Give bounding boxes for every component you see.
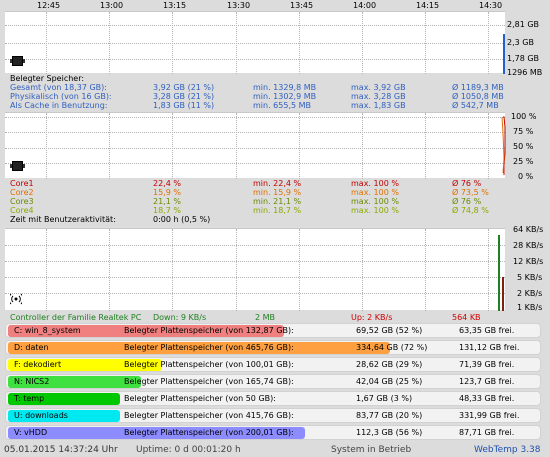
disk-label: Belegter Plattenspeicher (von 132,87 GB)… <box>124 326 294 335</box>
disk-free: 71,39 GB frei. <box>459 360 515 369</box>
disk-free: 48,33 GB frei. <box>459 394 515 403</box>
disk-used: 334,64 GB (72 %) <box>356 343 428 352</box>
disk-row[interactable]: D: daten Belegter Plattenspeicher (von 46… <box>5 340 541 355</box>
disk-row[interactable]: T: temp Belegter Plattenspeicher (von 50 … <box>5 391 541 406</box>
time-axis-label: 12:45 <box>37 1 61 10</box>
disk-used: 1,67 GB (3 %) <box>356 394 413 403</box>
idle-label: Zeit mit Benutzeraktivität: <box>10 215 116 224</box>
disk-name: T: temp <box>8 393 120 405</box>
disk-name: D: daten <box>8 342 120 354</box>
memory-row-max: max. 1,83 GB <box>351 101 406 110</box>
mem-y-label: 2,3 GB <box>507 38 534 47</box>
mem-y-label: 1296 MB <box>507 68 543 77</box>
network-up-total: 564 KB <box>452 313 481 322</box>
memory-chip-icon <box>10 56 25 66</box>
disk-row[interactable]: U: downloads Belegter Plattenspeicher (vo… <box>5 408 541 423</box>
disk-used: 42,04 GB (25 %) <box>356 377 423 386</box>
memory-row-label: Als Cache in Benutzung: <box>10 101 108 110</box>
disk-label: Belegter Plattenspeicher (von 50 GB): <box>124 394 276 403</box>
network-graph <box>5 228 505 311</box>
disk-free: 87,71 GB frei. <box>459 428 515 437</box>
memory-row-value: 1,83 GB (11 %) <box>153 101 215 110</box>
cpu-row-avg: Ø 74,8 % <box>452 206 489 215</box>
memory-row-avg: Ø 542,7 MB <box>452 101 499 110</box>
status-datetime: 05.01.2015 14:37:24 Uhr <box>4 445 118 455</box>
net-y-label: 64 KB/s <box>513 225 544 234</box>
net-y-label: 5 KB/s <box>517 273 543 282</box>
cpu-y-label: 25 % <box>513 157 534 166</box>
time-axis-label: 14:15 <box>416 1 440 10</box>
disk-name: U: downloads <box>8 410 120 422</box>
disk-name: C: win_8_system <box>8 325 120 337</box>
disk-row[interactable]: C: win_8_system Belegter Plattenspeicher … <box>5 323 541 338</box>
network-antenna-icon <box>10 293 22 305</box>
status-version[interactable]: WebTemp 3.38 <box>474 445 541 455</box>
network-down: Down: 9 KB/s <box>153 313 207 322</box>
cpu-row-min: min. 18,7 % <box>253 206 302 215</box>
disk-used: 28,62 GB (29 %) <box>356 360 423 369</box>
status-system: System in Betrieb <box>331 445 412 455</box>
time-axis-label: 13:00 <box>100 1 124 10</box>
disk-used: 83,77 GB (20 %) <box>356 411 423 420</box>
cpu-chip-icon <box>10 161 25 171</box>
mem-y-label: 2,81 GB <box>507 20 540 29</box>
net-y-label: 1 KB/s <box>517 303 543 312</box>
net-y-label: 12 KB/s <box>513 257 544 266</box>
time-axis-label: 13:30 <box>227 1 251 10</box>
disk-name: V: vHDD <box>8 427 120 439</box>
time-axis-label: 13:45 <box>290 1 314 10</box>
status-uptime: Uptime: 0 d 00:01:20 h <box>136 445 241 455</box>
mem-y-label: 1,78 GB <box>507 54 540 63</box>
cpu-y-label: 75 % <box>513 127 534 136</box>
disk-free: 123,7 GB frei. <box>459 377 515 386</box>
disk-label: Belegter Plattenspeicher (von 415,76 GB)… <box>124 411 294 420</box>
disk-used: 112,3 GB (56 %) <box>356 428 423 437</box>
disk-label: Belegter Plattenspeicher (von 465,76 GB)… <box>124 343 294 352</box>
disk-label: Belegter Plattenspeicher (von 165,74 GB)… <box>124 377 294 386</box>
disk-row[interactable]: F: dekodiert Belegter Plattenspeicher (vo… <box>5 357 541 372</box>
disk-name: F: dekodiert <box>8 359 120 371</box>
cpu-row-max: max. 100 % <box>351 206 399 215</box>
disk-row[interactable]: N: NICS2 Belegter Plattenspeicher (von 16… <box>5 374 541 389</box>
network-adapter: Controller der Familie Realtek PC <box>10 313 142 322</box>
network-down-total: 2 MB <box>255 313 276 322</box>
disk-name: N: NICS2 <box>8 376 120 388</box>
cpu-y-label: 50 % <box>513 142 534 151</box>
cpu-graph <box>5 112 506 179</box>
disk-free: 331,99 GB frei. <box>459 411 520 420</box>
idle-value: 0:00 h (0,5 %) <box>153 215 211 224</box>
cpu-y-label: 0 % <box>518 172 534 181</box>
memory-row-min: min. 655,5 MB <box>253 101 312 110</box>
memory-graph <box>5 11 505 74</box>
disk-row[interactable]: V: vHDD Belegter Plattenspeicher (von 200… <box>5 425 541 440</box>
time-axis-label: 14:30 <box>479 1 503 10</box>
disk-label: Belegter Plattenspeicher (von 100,01 GB)… <box>124 360 294 369</box>
disk-label: Belegter Plattenspeicher (von 200,01 GB)… <box>124 428 294 437</box>
time-axis-label: 14:00 <box>353 1 377 10</box>
network-up: Up: 2 KB/s <box>351 313 393 322</box>
disk-used: 69,52 GB (52 %) <box>356 326 423 335</box>
net-y-label: 2 KB/s <box>517 289 543 298</box>
disk-free: 131,12 GB frei. <box>459 343 520 352</box>
disk-free: 63,35 GB frei. <box>459 326 515 335</box>
cpu-y-label: 100 % <box>511 112 537 121</box>
time-axis-label: 13:15 <box>163 1 187 10</box>
net-y-label: 28 KB/s <box>513 241 544 250</box>
